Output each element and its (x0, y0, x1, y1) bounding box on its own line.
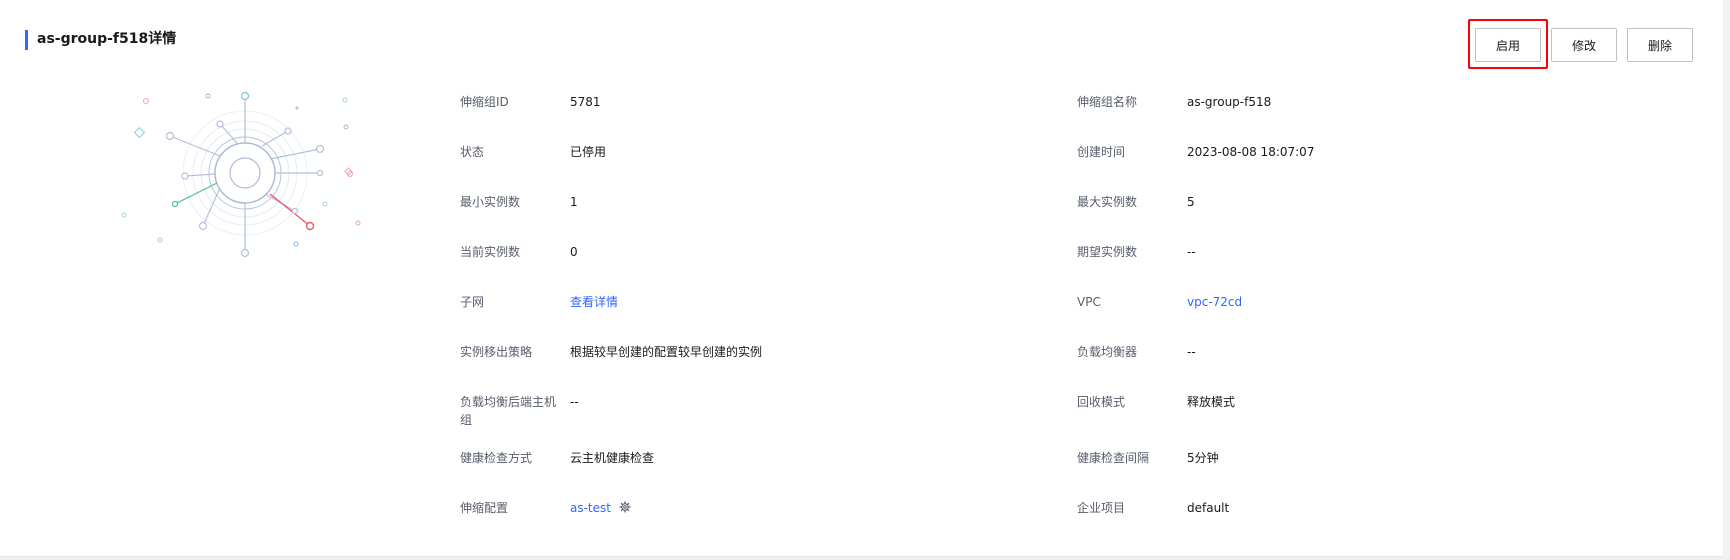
group-name-label: 伸缩组名称 (1077, 95, 1138, 109)
removal-policy-label: 实例移出策略 (460, 345, 533, 359)
status-value: 已停用 (570, 145, 607, 159)
recycle-mode-value: 释放模式 (1187, 395, 1236, 409)
scaling-config-label: 伸缩配置 (460, 501, 509, 515)
subnet-label: 子网 (460, 295, 485, 309)
desired-instances-value: -- (1187, 245, 1196, 259)
max-instances-value: 5 (1187, 195, 1195, 209)
edit-button[interactable]: 修改 (1551, 28, 1617, 62)
detail-panel: as-group-f518详情 启用 修改 删除 伸缩组ID 5781 状态 已… (0, 0, 1723, 557)
group-name-value: as-group-f518 (1187, 95, 1272, 109)
lb-backend-group-label-line2: 组 (460, 413, 473, 427)
min-instances-value: 1 (570, 195, 578, 209)
page-title: as-group-f518详情 (37, 31, 177, 47)
lb-backend-group-value: -- (570, 395, 579, 409)
group-id-label: 伸缩组ID (460, 95, 509, 109)
delete-button[interactable]: 删除 (1627, 28, 1693, 62)
min-instances-label: 最小实例数 (460, 195, 521, 209)
page-scroll-gutter (1723, 0, 1730, 560)
current-instances-value: 0 (570, 245, 578, 259)
title-accent-bar (25, 30, 28, 50)
vpc-link[interactable]: vpc-72cd (1187, 293, 1242, 311)
load-balancer-label: 负载均衡器 (1077, 345, 1138, 359)
enterprise-project-label: 企业项目 (1077, 501, 1126, 515)
health-check-interval-label: 健康检查间隔 (1077, 451, 1150, 465)
gear-icon[interactable] (619, 501, 631, 513)
created-time-label: 创建时间 (1077, 145, 1126, 159)
health-check-method-label: 健康检查方式 (460, 451, 533, 465)
desired-instances-label: 期望实例数 (1077, 245, 1138, 259)
enterprise-project-value: default (1187, 501, 1230, 515)
lb-backend-group-label-line1: 负载均衡后端主机 (460, 395, 557, 409)
max-instances-label: 最大实例数 (1077, 195, 1138, 209)
health-check-interval-value: 5分钟 (1187, 451, 1219, 465)
enable-button[interactable]: 启用 (1475, 28, 1541, 62)
scaling-config-link[interactable]: as-test (570, 499, 611, 517)
current-instances-label: 当前实例数 (460, 245, 521, 259)
removal-policy-value: 根据较早创建的配置较早创建的实例 (570, 345, 763, 359)
group-id-value: 5781 (570, 95, 601, 109)
load-balancer-value: -- (1187, 345, 1196, 359)
scaling-group-illustration (121, 91, 361, 258)
health-check-method-value: 云主机健康检查 (570, 451, 655, 465)
status-label: 状态 (460, 145, 485, 159)
recycle-mode-label: 回收模式 (1077, 395, 1126, 409)
created-time-value: 2023-08-08 18:07:07 (1187, 145, 1315, 159)
vpc-label: VPC (1077, 295, 1101, 309)
subnet-details-link[interactable]: 查看详情 (570, 293, 618, 311)
